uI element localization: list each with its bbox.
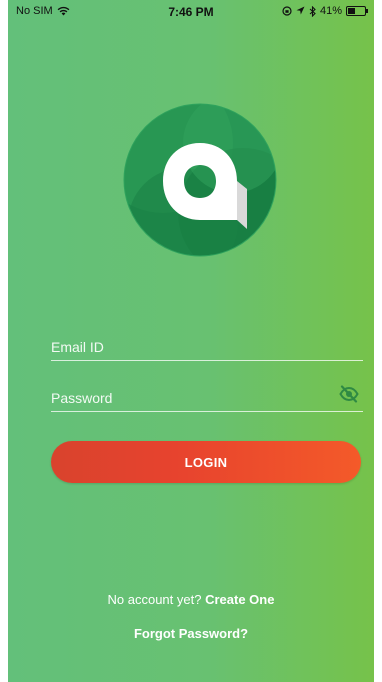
screen-lock-icon bbox=[282, 6, 292, 16]
bluetooth-icon bbox=[309, 5, 316, 17]
eye-off-icon[interactable] bbox=[339, 385, 359, 403]
app-logo bbox=[123, 103, 277, 257]
login-screen: No SIM 7:46 PM 41% Email ID LOGIN No acc… bbox=[8, 0, 374, 682]
password-field-container bbox=[51, 377, 363, 415]
forgot-password-link[interactable]: Forgot Password? bbox=[8, 626, 374, 641]
status-bar: No SIM 7:46 PM 41% bbox=[8, 0, 374, 22]
battery-icon bbox=[346, 6, 368, 16]
battery-percent: 41% bbox=[319, 5, 342, 17]
login-button[interactable]: LOGIN bbox=[51, 441, 361, 483]
signup-prompt: No account yet? Create One bbox=[8, 592, 374, 607]
battery-level bbox=[348, 8, 355, 14]
email-field-container bbox=[51, 326, 363, 364]
password-field[interactable] bbox=[51, 377, 363, 415]
signup-prompt-text: No account yet? bbox=[107, 592, 202, 607]
email-field[interactable] bbox=[51, 326, 363, 364]
location-icon bbox=[296, 6, 305, 15]
status-right: 41% bbox=[282, 5, 368, 17]
create-account-link[interactable]: Create One bbox=[205, 592, 274, 607]
